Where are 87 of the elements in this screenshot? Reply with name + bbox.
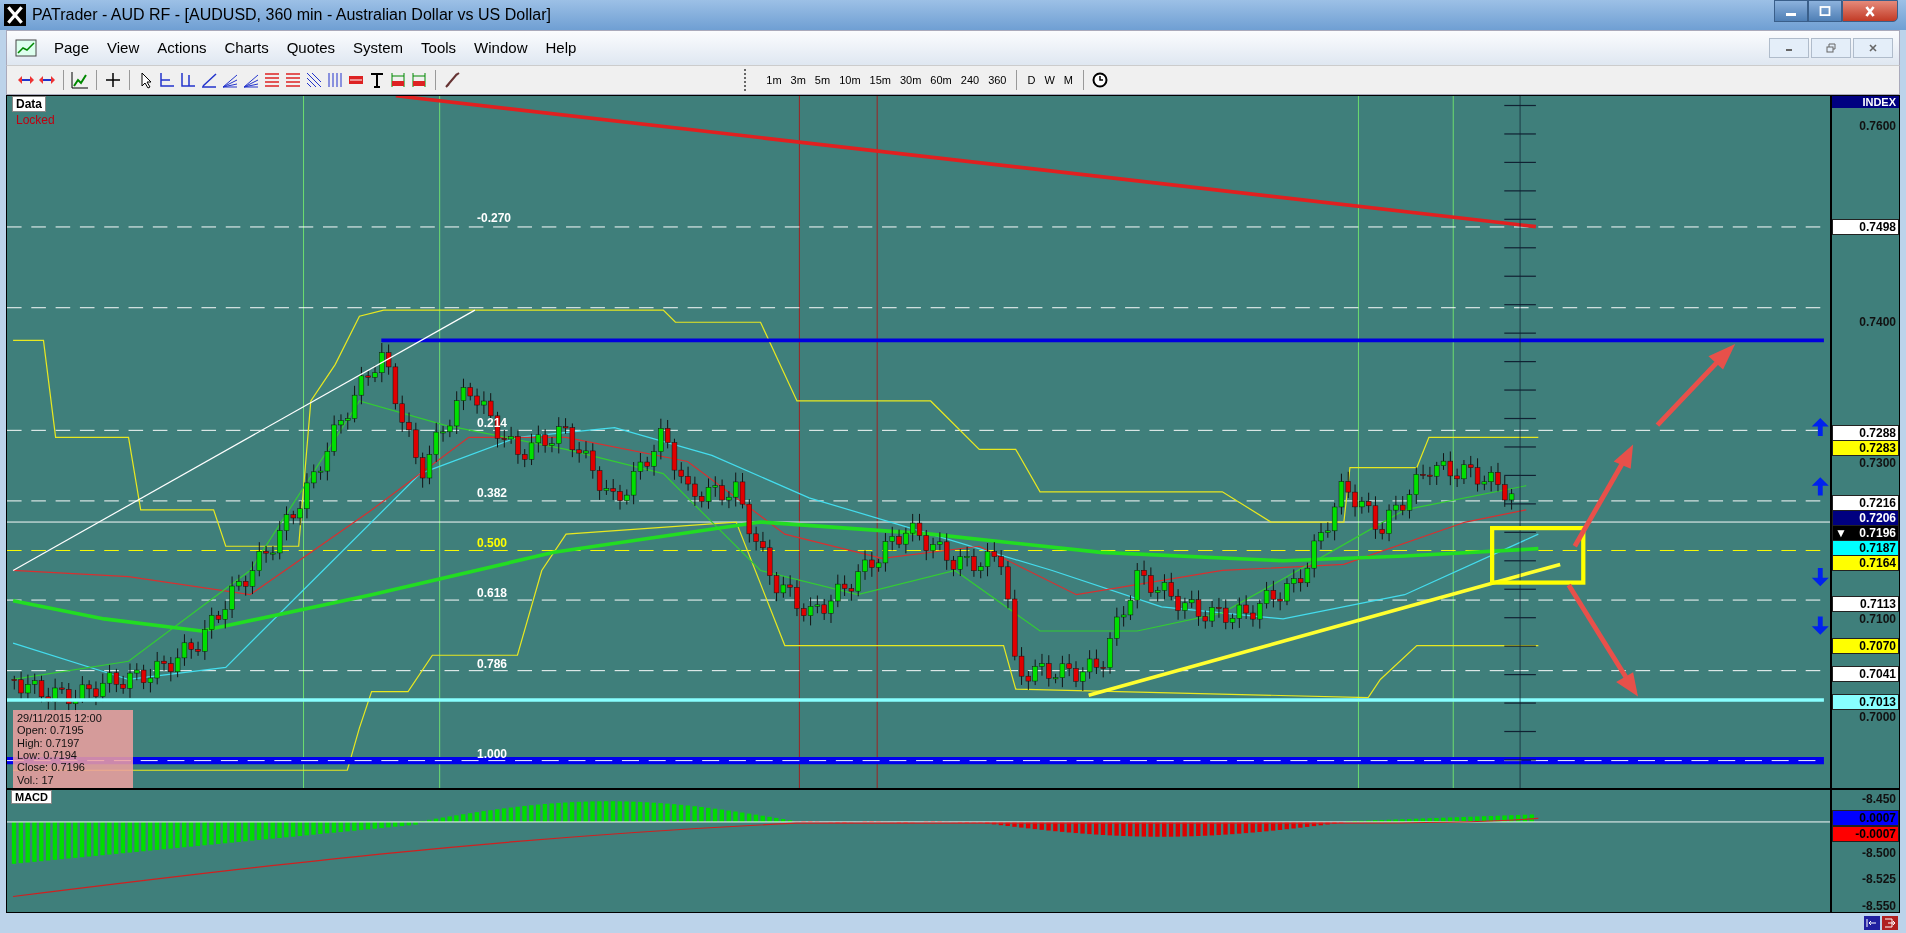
timeframe-button[interactable]: 60m: [927, 73, 955, 86]
value-tag: 0.0007: [1832, 810, 1899, 827]
menu-item[interactable]: Tools: [412, 39, 466, 57]
price-tag: 0.7013: [1832, 693, 1899, 710]
menu-item[interactable]: Charts: [215, 39, 278, 57]
trend-line-icon[interactable]: [200, 70, 218, 89]
horizontal-lines-icon[interactable]: [263, 70, 281, 89]
axis-label: -8.450: [1861, 792, 1896, 807]
index-label: INDEX: [1832, 95, 1899, 108]
value-tag: -0.0007: [1832, 826, 1899, 843]
data-line: 29/11/2015 12:00: [17, 712, 103, 725]
data-line: Vol.: 17: [17, 773, 55, 786]
timeframe-button[interactable]: 30m: [896, 73, 925, 86]
period-button[interactable]: D: [1024, 73, 1039, 86]
minimize-icon: [1786, 49, 1792, 52]
down-arrow-icon: [1811, 616, 1829, 635]
price-tag: 0.7187: [1832, 540, 1899, 557]
timeframe-button[interactable]: 10m: [836, 73, 864, 86]
axis-label: 0.7400: [1859, 315, 1896, 330]
down-arrow-icon: [1811, 567, 1829, 587]
menu-item[interactable]: View: [98, 39, 149, 57]
axis-label: -8.550: [1861, 899, 1896, 914]
minimize-button[interactable]: [1774, 0, 1808, 22]
price-tag: 0.7206: [1832, 510, 1899, 527]
chart-icon: [15, 38, 37, 57]
crosshair-icon[interactable]: [104, 70, 122, 89]
fibonacci-label: 0.786: [477, 656, 508, 671]
macd-tab[interactable]: MACD: [11, 790, 52, 805]
report-icon[interactable]: [389, 70, 407, 89]
menu-item[interactable]: Quotes: [277, 39, 345, 57]
price-tag: ▼ 0.7196: [1832, 525, 1899, 542]
price-tag: 0.7164: [1832, 555, 1899, 572]
fibonacci-label: 0.618: [477, 585, 508, 600]
price-tag: 0.7070: [1832, 637, 1899, 654]
brush-icon[interactable]: [443, 70, 461, 89]
horizontal-lines-icon[interactable]: [284, 70, 302, 89]
timeframe-button[interactable]: 1m: [763, 73, 785, 86]
fibonacci-label: -0.270: [477, 211, 512, 226]
diagonal-lines-icon[interactable]: [305, 70, 323, 89]
timeframe-button[interactable]: 360: [985, 73, 1010, 86]
fibonacci-label: 0.500: [477, 536, 508, 551]
menu-item[interactable]: Window: [465, 39, 537, 57]
text-tool-icon[interactable]: [368, 70, 386, 89]
restore-icon: [1825, 42, 1837, 53]
timeframe-button[interactable]: 3m: [787, 73, 809, 86]
price-tag: 0.7216: [1832, 495, 1899, 512]
report-icon[interactable]: [410, 70, 428, 89]
close-icon: [1867, 42, 1879, 53]
period-button[interactable]: W: [1041, 73, 1058, 86]
up-arrow-icon: [1811, 417, 1829, 436]
data-line: High: 0.7197: [17, 736, 81, 750]
corner-line-icon[interactable]: [158, 70, 176, 89]
up-arrow-icon: [1811, 477, 1829, 496]
timeframe-button[interactable]: 240: [957, 73, 983, 86]
app-logo-icon: [4, 4, 26, 26]
clock-icon[interactable]: [1091, 70, 1109, 89]
price-tag: 0.7498: [1832, 219, 1899, 236]
window-title: PATrader - AUD RF - [AUDUSD, 360 min - Australian Dollar vs US Dollar]: [32, 6, 551, 24]
timeframe-button[interactable]: 5m: [811, 73, 834, 86]
corner-line-icon[interactable]: [179, 70, 197, 89]
minimize-icon: [1786, 12, 1796, 16]
axis-label: -8.525: [1861, 872, 1896, 887]
axis-label: 0.7000: [1859, 709, 1896, 724]
price-tag: 0.7041: [1832, 666, 1899, 683]
maximize-button[interactable]: [1808, 0, 1842, 22]
axis-label: 0.7600: [1859, 119, 1896, 134]
price-tag: 0.7288: [1832, 424, 1899, 441]
expand-icon[interactable]: [1882, 916, 1898, 930]
data-line: Low: 0.7194: [17, 749, 78, 762]
axis-label: 0.7100: [1859, 611, 1896, 626]
menu-item[interactable]: Page: [45, 39, 99, 57]
timeframe-button[interactable]: 15m: [866, 73, 894, 86]
data-tab[interactable]: Data: [12, 95, 46, 112]
price-tag: 0.7113: [1832, 595, 1899, 612]
axis-label: 0.7300: [1859, 455, 1896, 470]
close-button[interactable]: [1842, 0, 1898, 22]
axis-label: -8.500: [1861, 845, 1896, 860]
menu-item[interactable]: System: [344, 39, 413, 57]
chart-icon[interactable]: [71, 70, 89, 89]
period-button[interactable]: M: [1060, 73, 1076, 86]
lock-status: Locked: [16, 112, 55, 127]
collapse-icon[interactable]: [1864, 916, 1880, 930]
menu-item[interactable]: Help: [536, 39, 586, 57]
fibonacci-label: 0.382: [477, 486, 508, 501]
data-line: Open: 0.7195: [17, 724, 85, 737]
data-line: Close: 0.7196: [17, 761, 86, 774]
menu-item[interactable]: Actions: [148, 39, 216, 57]
